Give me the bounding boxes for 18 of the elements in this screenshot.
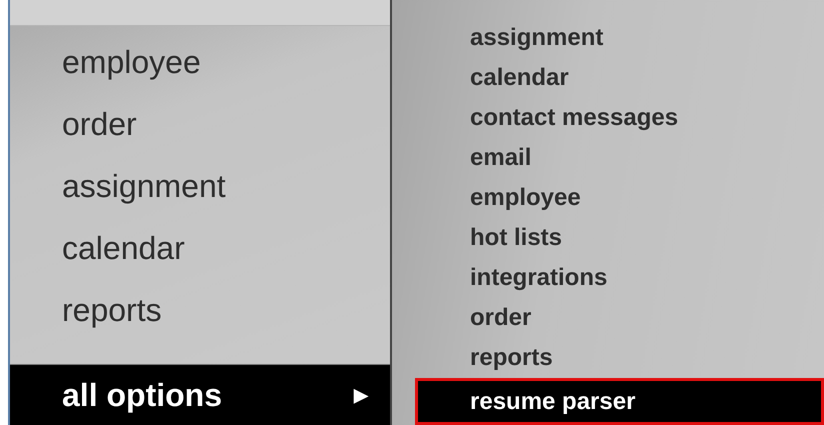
all-options-menu-item[interactable]: all options ▶ <box>10 364 390 425</box>
submenu-item[interactable]: contact messages <box>392 98 824 138</box>
submenu-arrow: ▶ <box>354 384 368 406</box>
submenu-item[interactable]: calendar <box>392 58 824 98</box>
menu-item[interactable]: employee <box>10 31 390 93</box>
submenu-item[interactable]: reports <box>392 338 824 378</box>
submenu-item[interactable]: email <box>392 138 824 178</box>
menu-item[interactable]: calendar <box>10 217 390 279</box>
menu-item-label: all options <box>62 376 222 414</box>
menu-item[interactable]: order <box>10 93 390 155</box>
submenu-item[interactable]: assignment <box>392 18 824 58</box>
submenu-item[interactable]: resume parser <box>415 378 824 425</box>
submenu-item[interactable]: employee <box>392 178 824 218</box>
submenu-item[interactable]: hot lists <box>392 218 824 258</box>
menu-item[interactable]: assignment <box>10 155 390 217</box>
submenu-item[interactable]: integrations <box>392 258 824 298</box>
submenu-item[interactable]: order <box>392 298 824 338</box>
menu-item[interactable]: reports <box>10 279 390 341</box>
